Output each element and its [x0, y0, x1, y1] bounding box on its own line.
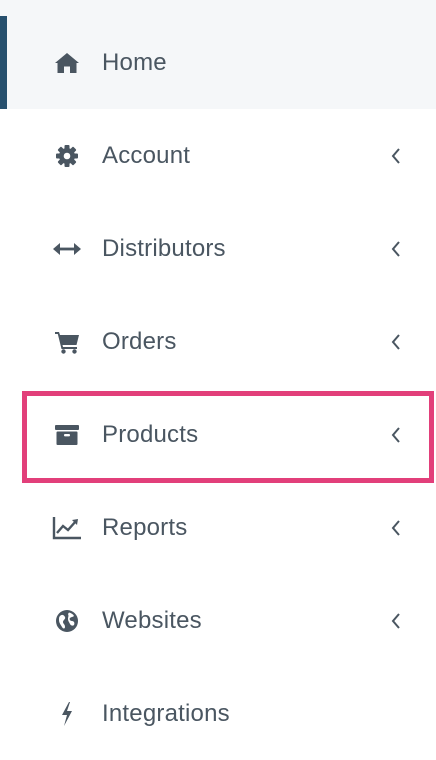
sidebar-item-label: Products [102, 420, 199, 448]
sidebar-item-websites[interactable]: Websites [0, 574, 436, 667]
sidebar-item-account[interactable]: Account [0, 109, 436, 202]
sidebar-top-strip [0, 0, 436, 16]
chevron-left-icon [384, 516, 408, 540]
chevron-left-icon [384, 330, 408, 354]
line-chart-icon [50, 513, 84, 543]
sidebar-item-reports[interactable]: Reports [0, 481, 436, 574]
archive-box-icon [50, 420, 84, 450]
globe-icon [50, 606, 84, 636]
chevron-left-icon [384, 423, 408, 447]
sidebar-item-label: Orders [102, 327, 177, 355]
chevron-left-icon [384, 237, 408, 261]
sidebar-item-home[interactable]: Home [0, 16, 436, 109]
home-icon [50, 48, 84, 78]
sidebar-item-orders[interactable]: Orders [0, 295, 436, 388]
gear-icon [50, 141, 84, 171]
sidebar-item-label: Account [102, 141, 191, 169]
sidebar-item-label: Integrations [102, 699, 230, 727]
chevron-left-icon [384, 609, 408, 633]
sidebar-item-products[interactable]: Products [0, 388, 436, 481]
sidebar-item-integrations[interactable]: Integrations [0, 667, 436, 760]
sidebar-item-label: Home [102, 48, 167, 76]
bolt-icon [50, 699, 84, 729]
sidebar-item-label: Reports [102, 513, 188, 541]
cart-icon [50, 327, 84, 357]
sidebar-nav: Home Account Distributors Orders Product… [0, 16, 436, 760]
sidebar-item-label: Websites [102, 606, 202, 634]
sidebar-item-distributors[interactable]: Distributors [0, 202, 436, 295]
arrows-horizontal-icon [50, 234, 84, 264]
sidebar-item-label: Distributors [102, 234, 226, 262]
chevron-left-icon [384, 144, 408, 168]
